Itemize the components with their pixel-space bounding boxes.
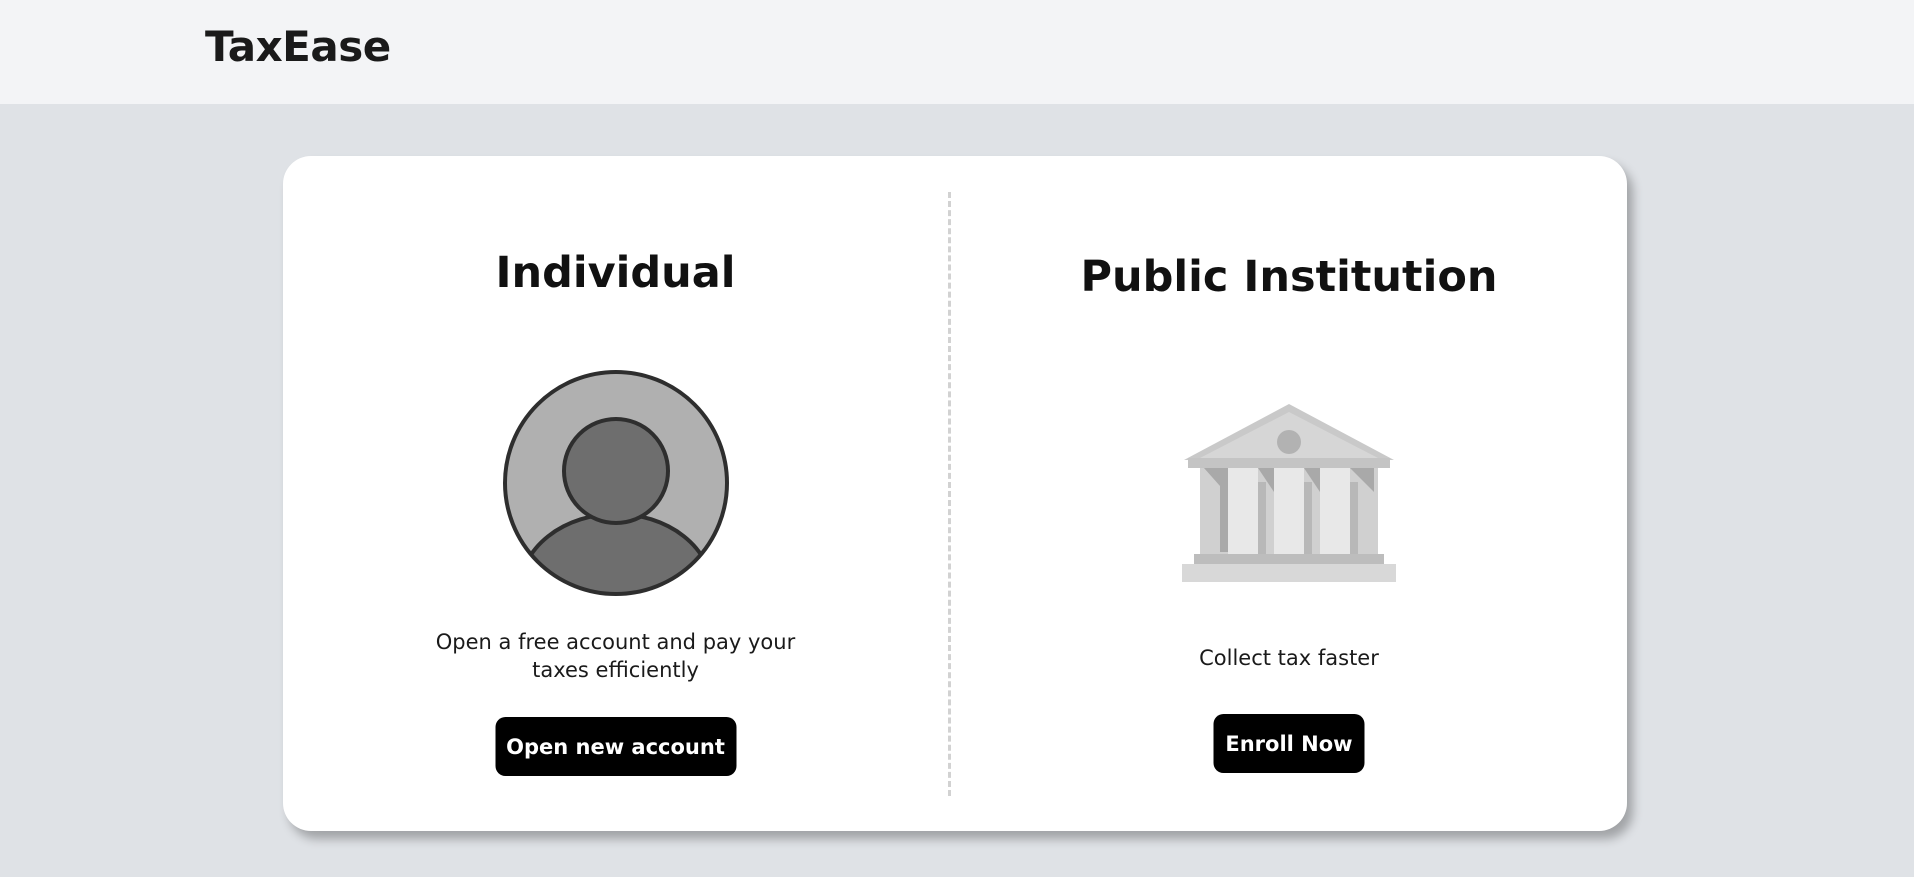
brand-logo[interactable]: TaxEase <box>205 22 391 71</box>
enroll-now-button[interactable]: Enroll Now <box>1213 714 1365 773</box>
open-new-account-button[interactable]: Open new account <box>495 717 736 776</box>
individual-description: Open a free account and pay your taxes e… <box>435 630 796 682</box>
individual-title: Individual <box>495 248 736 298</box>
user-avatar-icon <box>502 370 729 596</box>
institution-title: Public Institution <box>1080 252 1498 302</box>
institution-panel: Public Institution Collect tax faster En… <box>951 156 1627 831</box>
individual-panel: Individual Open a free account and pay y… <box>283 156 948 831</box>
institution-description: Collect tax faster <box>1199 646 1379 670</box>
account-type-card: Individual Open a free account and pay y… <box>283 156 1627 831</box>
top-navigation-bar: TaxEase <box>0 0 1914 104</box>
bank-building-icon <box>1182 404 1396 582</box>
